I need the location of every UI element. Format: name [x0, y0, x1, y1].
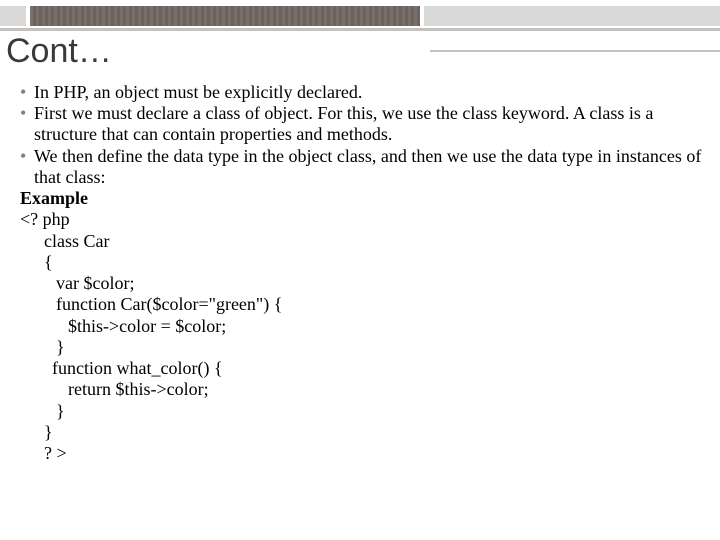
- code-line: function what_color() {: [20, 358, 714, 379]
- code-line: {: [20, 252, 714, 273]
- deco-left-tile: [0, 6, 26, 26]
- example-label: Example: [20, 188, 88, 208]
- bullet-dot: •: [20, 146, 34, 167]
- bullet-dot: •: [20, 82, 34, 103]
- slide-title: Cont…: [6, 32, 112, 71]
- code-line: }: [20, 401, 714, 422]
- bullet-dot: •: [20, 103, 34, 124]
- bullet-item: • In PHP, an object must be explicitly d…: [20, 82, 714, 103]
- code-line: class Car: [20, 231, 714, 252]
- code-line: $this->color = $color;: [20, 316, 714, 337]
- deco-stripe: [30, 6, 420, 26]
- code-line: ? >: [20, 443, 714, 464]
- code-line: function Car($color="green") {: [20, 294, 714, 315]
- slide-body: • In PHP, an object must be explicitly d…: [20, 82, 714, 464]
- code-line: return $this->color;: [20, 379, 714, 400]
- bullet-text: In PHP, an object must be explicitly dec…: [34, 82, 714, 103]
- bullet-item: • We then define the data type in the ob…: [20, 146, 714, 188]
- bullet-text: We then define the data type in the obje…: [34, 146, 714, 188]
- deco-underline-short: [430, 50, 720, 52]
- bullet-text: First we must declare a class of object.…: [34, 103, 714, 145]
- code-line: }: [20, 337, 714, 358]
- code-line: var $color;: [20, 273, 714, 294]
- deco-right-gray: [424, 6, 720, 26]
- slide-top-decoration: [0, 0, 720, 30]
- bullet-item: • First we must declare a class of objec…: [20, 103, 714, 145]
- code-line: <? php: [20, 209, 714, 230]
- code-line: }: [20, 422, 714, 443]
- deco-underline: [0, 28, 720, 31]
